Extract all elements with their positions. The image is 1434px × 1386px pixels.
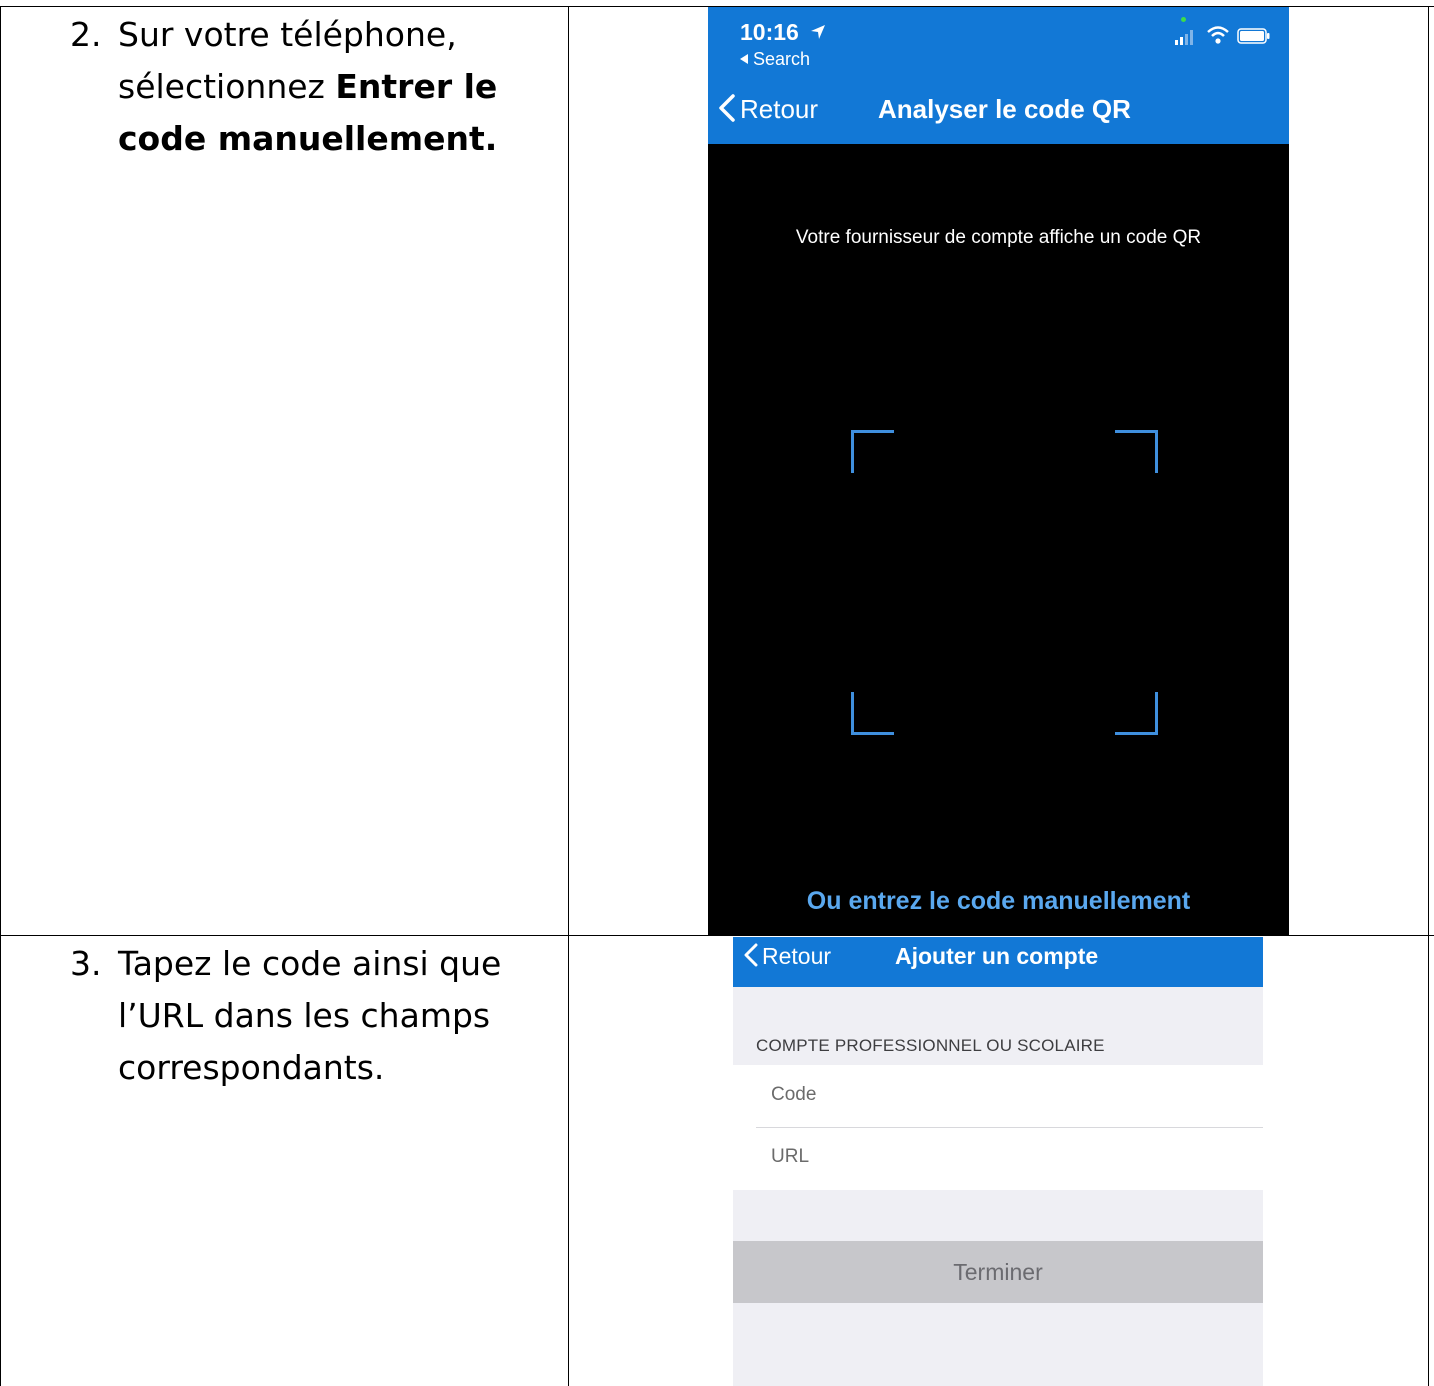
step-number: 3.	[70, 944, 102, 983]
back-label: Retour	[762, 943, 832, 969]
battery-icon	[1237, 28, 1270, 44]
status-time: 10:16	[740, 19, 799, 45]
back-button[interactable]: Retour	[743, 943, 831, 970]
location-arrow-icon	[811, 25, 825, 39]
wifi-icon	[1207, 26, 1229, 44]
scan-frame-corner-top-right	[1115, 430, 1158, 473]
mic-indicator-icon	[1181, 17, 1186, 22]
step-number: 2.	[70, 15, 102, 54]
step-text: Tapez le code ainsi que l’URL dans les c…	[118, 944, 502, 1087]
signal-icon	[1175, 30, 1193, 45]
section-header: COMPTE PROFESSIONNEL OU SCOLAIRE	[756, 1036, 1105, 1055]
status-back-label: Search	[753, 49, 811, 69]
scan-frame-corner-bottom-left	[851, 692, 894, 735]
table-row-divider	[0, 935, 1434, 936]
field-divider	[756, 1127, 1263, 1128]
code-field[interactable]: Code	[771, 1084, 816, 1106]
url-field[interactable]: URL	[771, 1146, 809, 1168]
step-3-instruction: 3. Tapez le code ainsi que l’URL dans le…	[70, 938, 520, 1094]
chevron-left-icon	[744, 943, 758, 967]
add-account-screenshot: Retour Ajouter un compte COMPTE PROFESSI…	[733, 937, 1263, 1386]
table-right-border	[1428, 6, 1429, 1386]
table-column-divider	[568, 6, 569, 1386]
screen-title: Ajouter un compte	[895, 943, 1099, 969]
scan-frame-corner-top-left	[851, 430, 894, 473]
status-back-to-app[interactable]: Search	[740, 49, 810, 70]
finish-button[interactable]: Terminer	[733, 1241, 1263, 1303]
back-button[interactable]: Retour	[718, 94, 818, 125]
qr-scan-screenshot: 10:16 Search Retour Analyser le code QR …	[708, 7, 1289, 935]
back-triangle-icon	[740, 54, 748, 64]
enter-code-manually-link[interactable]: Ou entrez le code manuellement	[708, 887, 1289, 916]
scan-hint-text: Votre fournisseur de compte affiche un c…	[795, 227, 1202, 248]
scan-frame-corner-bottom-right	[1115, 692, 1158, 735]
back-label: Retour	[740, 94, 819, 124]
table-left-border	[0, 6, 1, 1386]
screen-title: Analyser le code QR	[878, 94, 1131, 124]
step-2-instruction: 2. Sur votre téléphone, sélectionnez Ent…	[70, 9, 560, 165]
chevron-left-icon	[719, 94, 735, 122]
account-form: Code URL	[733, 1065, 1263, 1190]
